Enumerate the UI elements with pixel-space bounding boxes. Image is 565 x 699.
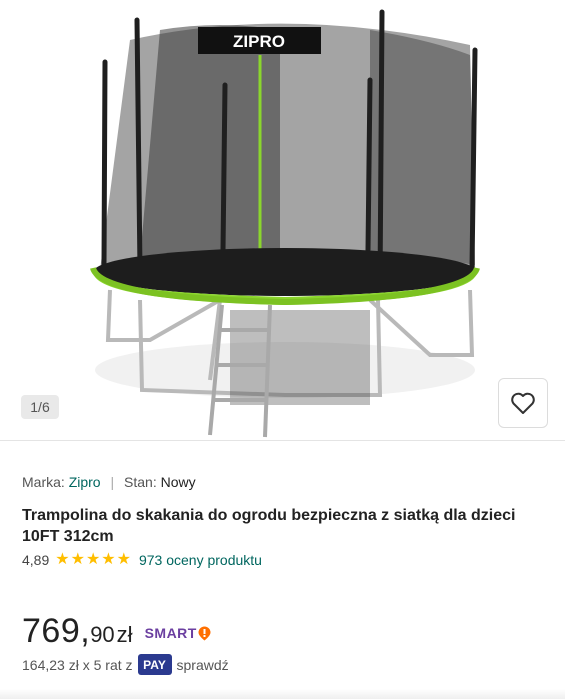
installments-text: 164,23 zł x 5 rat z (22, 656, 133, 673)
image-brand-label: ZIPRO (233, 32, 285, 51)
price-main: 769, (22, 612, 91, 650)
favorite-button[interactable] (498, 378, 548, 428)
installments-info: 164,23 zł x 5 rat z PAY sprawdź (22, 654, 229, 675)
bottom-shade (0, 689, 565, 699)
rating-count-link[interactable]: 973 oceny produktu (139, 552, 262, 568)
product-image[interactable]: ZIPRO (70, 0, 500, 440)
star-icon: ★ (70, 551, 85, 568)
price-currency: zł (116, 622, 133, 647)
product-meta: Marka: Zipro | Stan: Nowy (22, 474, 196, 490)
product-rating[interactable]: 4,89 ★ ★ ★ ★ ★ 973 oceny produktu (22, 552, 262, 569)
meta-separator: | (110, 474, 115, 490)
star-icon: ★ (85, 551, 101, 568)
condition-value: Nowy (160, 474, 196, 490)
smart-badge-icon (198, 626, 211, 640)
product-title: Trampolina do skakania do ogrodu bezpiec… (22, 507, 516, 545)
heart-icon (511, 392, 535, 414)
condition-label: Stan: (124, 474, 157, 490)
smart-label: SMART (144, 625, 197, 641)
smart-badge[interactable]: SMART (145, 625, 211, 641)
brand-label: Marka: (22, 474, 65, 490)
pay-badge: PAY (137, 654, 172, 675)
price-block: 769, 90 zł SMART (22, 612, 211, 651)
brand-link[interactable]: Zipro (69, 474, 101, 490)
product-gallery[interactable]: ZIPRO 1/6 (0, 0, 565, 440)
rating-value: 4,89 (22, 552, 50, 568)
star-icon: ★ (101, 551, 116, 568)
star-icon: ★ (116, 551, 131, 568)
rating-stars: ★ ★ ★ ★ ★ (55, 552, 131, 568)
price-cents: 90 (90, 622, 115, 647)
check-installments-link[interactable]: sprawdź (177, 657, 229, 673)
image-counter: 1/6 (21, 395, 59, 419)
star-icon: ★ (55, 551, 70, 568)
section-divider (0, 440, 565, 441)
